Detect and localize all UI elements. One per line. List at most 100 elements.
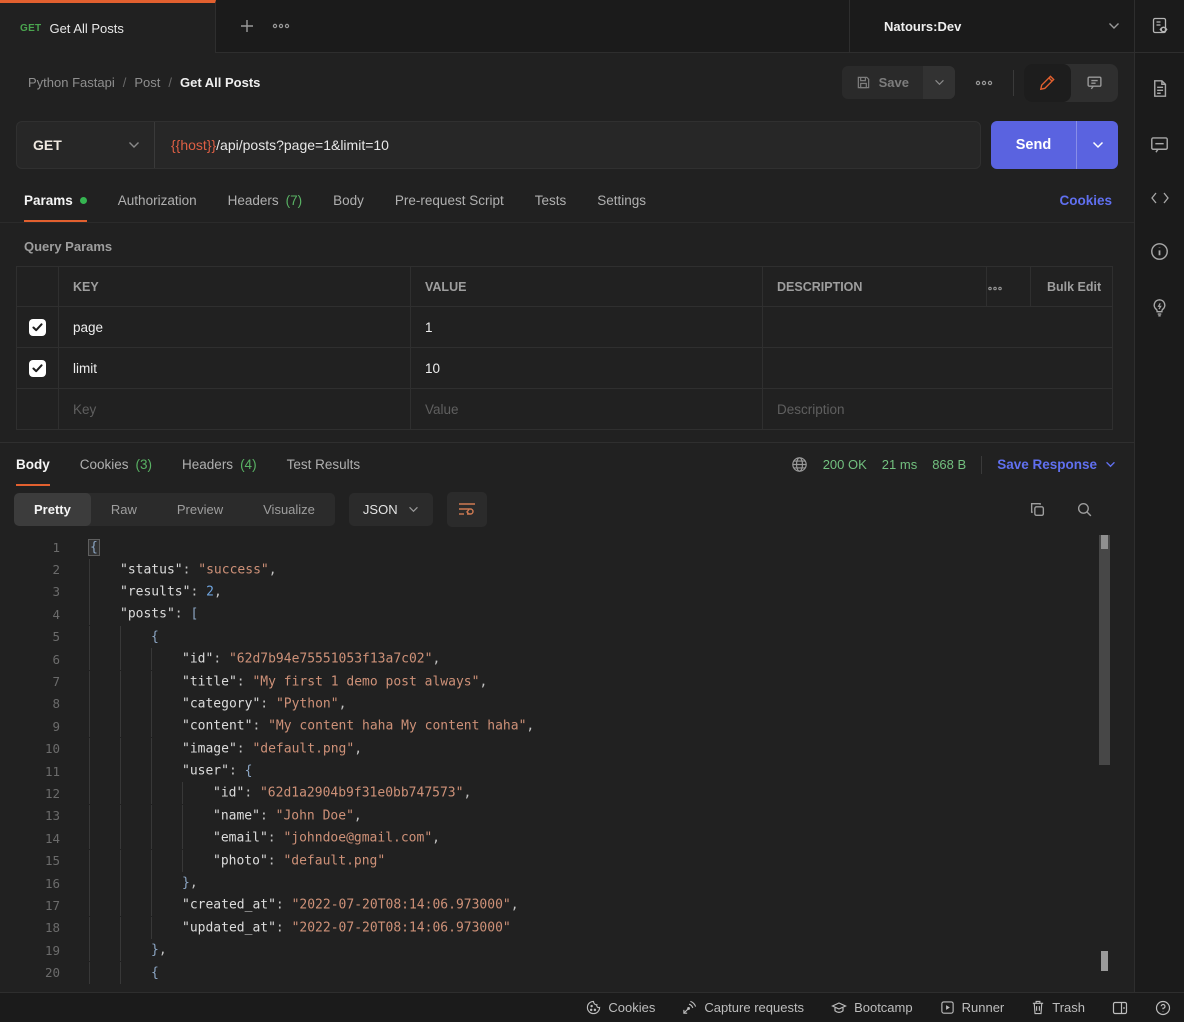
method-select[interactable]: GET	[17, 122, 155, 168]
response-tab-body[interactable]: Body	[16, 443, 50, 486]
footer-trash-label: Trash	[1052, 1000, 1085, 1015]
divider	[981, 456, 982, 474]
response-tab-cookies-label: Cookies	[80, 457, 129, 472]
param-description[interactable]	[763, 307, 1113, 348]
response-status[interactable]: 200 OK	[823, 457, 867, 472]
view-pretty-button[interactable]: Pretty	[14, 493, 91, 526]
environment-quick-look-button[interactable]	[1134, 0, 1184, 52]
wrap-text-icon	[458, 502, 476, 516]
response-tab-headers-count: (4)	[240, 457, 257, 472]
param-description-input[interactable]	[777, 402, 1095, 417]
scrollbar-thumb[interactable]	[1099, 535, 1110, 765]
comments-button[interactable]	[1150, 135, 1169, 154]
code-line: 17"created_at": "2022-07-20T08:14:06.973…	[0, 894, 1134, 916]
pull-requests-lightbulb-button[interactable]	[1150, 298, 1169, 317]
response-time[interactable]: 21 ms	[882, 457, 917, 472]
param-checkbox[interactable]	[29, 319, 46, 336]
param-key[interactable]: limit	[59, 348, 411, 389]
footer-trash-button[interactable]: Trash	[1031, 1000, 1085, 1015]
tab-tests[interactable]: Tests	[535, 178, 567, 222]
network-globe-icon[interactable]	[791, 456, 808, 473]
footer-cookies-label: Cookies	[608, 1000, 655, 1015]
params-options-button[interactable]	[987, 267, 1031, 307]
tab-headers[interactable]: Headers (7)	[228, 178, 303, 222]
breadcrumb-request-name[interactable]: Get All Posts	[180, 75, 260, 90]
save-response-button[interactable]: Save Response	[997, 457, 1116, 472]
tab-body[interactable]: Body	[333, 178, 364, 222]
response-body-code: 1{2"status": "success",3"results": 2,4"p…	[0, 532, 1134, 992]
documentation-button[interactable]	[1150, 79, 1169, 98]
param-description[interactable]	[763, 348, 1113, 389]
breadcrumb-folder[interactable]: Post	[134, 75, 160, 90]
footer-bootcamp-button[interactable]: Bootcamp	[831, 1000, 913, 1015]
save-options-button[interactable]	[923, 66, 955, 99]
response-tab-test-results[interactable]: Test Results	[287, 443, 361, 486]
breadcrumb-collection[interactable]: Python Fastapi	[28, 75, 115, 90]
footer-cookies-button[interactable]: Cookies	[586, 1000, 655, 1015]
tab-settings[interactable]: Settings	[597, 178, 646, 222]
search-response-button[interactable]	[1076, 501, 1093, 518]
copy-response-button[interactable]	[1029, 501, 1046, 518]
chevron-down-icon	[1092, 141, 1104, 149]
breadcrumb: Python Fastapi / Post / Get All Posts	[28, 75, 260, 90]
response-tab-cookies-count: (3)	[136, 457, 153, 472]
chevron-down-icon	[128, 141, 140, 149]
param-row-new	[17, 389, 1113, 430]
code-line: 6"id": "62d7b94e75551053f13a7c02",	[0, 648, 1134, 670]
send-button[interactable]: Send	[991, 121, 1076, 169]
copy-icon	[1029, 501, 1046, 518]
save-icon	[856, 75, 871, 90]
send-split-button: Send	[991, 121, 1118, 169]
search-icon	[1076, 501, 1093, 518]
response-tab-cookies[interactable]: Cookies (3)	[80, 443, 152, 486]
wrap-text-button[interactable]	[447, 492, 487, 527]
view-visualize-button[interactable]: Visualize	[243, 493, 335, 526]
view-raw-button[interactable]: Raw	[91, 493, 157, 526]
footer-capture-requests-button[interactable]: Capture requests	[682, 1000, 804, 1015]
response-size[interactable]: 868 B	[932, 457, 966, 472]
cookies-link[interactable]: Cookies	[1059, 193, 1112, 208]
help-button[interactable]	[1155, 1000, 1171, 1016]
url-input[interactable]: {{host}}/api/posts?page=1&limit=10	[155, 122, 980, 168]
tab-authorization[interactable]: Authorization	[118, 178, 197, 222]
request-tab-active[interactable]: GET Get All Posts	[0, 0, 216, 53]
response-panel: Body Cookies (3) Headers (4) Test Result…	[0, 442, 1134, 992]
tab-pre-request-script[interactable]: Pre-request Script	[395, 178, 504, 222]
footer-runner-button[interactable]: Runner	[940, 1000, 1005, 1015]
code-line: 10"image": "default.png",	[0, 738, 1134, 760]
check-icon	[32, 364, 43, 373]
param-value[interactable]: 1	[411, 307, 763, 348]
main-area: Python Fastapi / Post / Get All Posts Sa…	[0, 53, 1184, 992]
environment-selector[interactable]: Natours:Dev	[849, 0, 1134, 52]
bulk-edit-button[interactable]: Bulk Edit	[1031, 267, 1113, 307]
param-key-input[interactable]	[73, 402, 393, 417]
two-pane-view-button[interactable]	[1112, 1001, 1128, 1015]
comment-mode-button[interactable]	[1071, 64, 1118, 102]
tab-options-button[interactable]	[264, 0, 298, 52]
response-meta: 200 OK 21 ms 868 B Save Response	[791, 456, 1116, 474]
param-value-input[interactable]	[425, 402, 745, 417]
param-key[interactable]: page	[59, 307, 411, 348]
response-format-select[interactable]: JSON	[349, 493, 433, 526]
code-line: 16},	[0, 872, 1134, 894]
code-scrollbar[interactable]	[1099, 535, 1110, 973]
tab-headers-count: (7)	[286, 193, 303, 208]
param-checkbox[interactable]	[29, 360, 46, 377]
cookie-icon	[586, 1000, 601, 1015]
edit-mode-button[interactable]	[1024, 64, 1071, 102]
code-snippet-button[interactable]	[1150, 191, 1170, 205]
url-path: /api/posts?page=1&limit=10	[216, 137, 389, 153]
info-button[interactable]	[1150, 242, 1169, 261]
param-value[interactable]: 10	[411, 348, 763, 389]
request-panel: Python Fastapi / Post / Get All Posts Sa…	[0, 53, 1134, 992]
request-more-options-button[interactable]	[965, 72, 1003, 94]
save-button[interactable]: Save	[842, 66, 923, 99]
breadcrumb-separator: /	[123, 75, 127, 90]
send-options-button[interactable]	[1076, 121, 1118, 169]
view-preview-button[interactable]: Preview	[157, 493, 243, 526]
new-tab-button[interactable]	[230, 0, 264, 52]
response-tab-headers[interactable]: Headers (4)	[182, 443, 257, 486]
scrollbar-marker-bottom	[1101, 951, 1108, 971]
plus-icon	[239, 18, 255, 34]
tab-params[interactable]: Params	[24, 178, 87, 222]
